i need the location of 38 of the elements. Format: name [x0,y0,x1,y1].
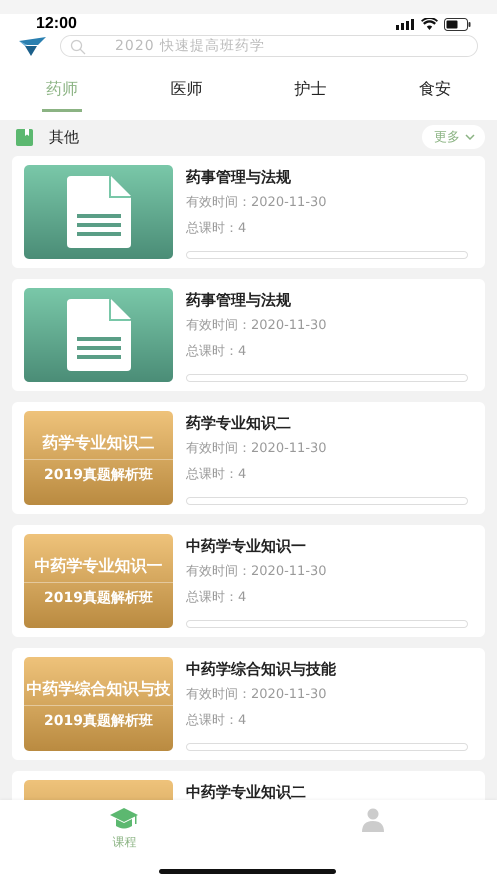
valid-date: 有效时间：2020-11-30 [186,441,328,457]
cover-title: 中药学综合知识与技 [24,678,173,706]
signal-icon [396,18,415,30]
course-title[interactable]: 药事管理与法规 [186,291,468,309]
status-time: 12:00 [36,15,77,33]
valid-date: 有效时间：2020-11-30 [186,564,328,580]
tab[interactable]: 护士 [290,74,331,112]
tab[interactable]: 食安 [414,74,455,112]
valid-date: 有效时间：2020-11-30 [186,318,328,334]
document-icon [66,176,130,248]
chevron-down-icon [465,134,475,140]
wifi-icon [421,18,438,30]
section-title: 其他 [49,128,80,146]
tab[interactable]: 医师 [166,74,206,112]
total-hours: 总课时：4 [186,344,248,360]
cover-subtitle: 2019真题解析班 [44,466,153,484]
person-icon [362,808,384,832]
battery-icon [444,18,471,30]
graduation-cap-icon [110,808,138,830]
total-hours: 总课时：4 [186,467,248,483]
bookmark-icon [16,128,33,146]
course-title[interactable]: 药事管理与法规 [186,168,468,186]
cover-title: 中药学专业知识一 [24,556,173,582]
total-hours: 总课时：4 [186,590,248,606]
search-field[interactable]: 2020 快速提高班药学 [60,35,478,57]
cover-subtitle: 2019真题解析班 [44,712,153,730]
cover-title: 药学专业知识二 [24,432,173,460]
course-title[interactable]: 中药学综合知识与技能 [186,660,468,678]
bird-logo-icon [19,36,46,56]
course-title[interactable]: 药学专业知识二 [186,414,468,432]
total-hours: 总课时：4 [186,713,248,729]
course-title[interactable]: 中药学专业知识一 [186,537,468,555]
total-hours: 总课时：4 [186,221,248,237]
valid-date: 有效时间：2020-11-30 [186,195,328,211]
valid-date: 有效时间：2020-11-30 [186,687,328,703]
cover-subtitle: 2019真题解析班 [44,588,153,606]
document-icon [66,299,130,371]
search-icon [70,39,86,55]
